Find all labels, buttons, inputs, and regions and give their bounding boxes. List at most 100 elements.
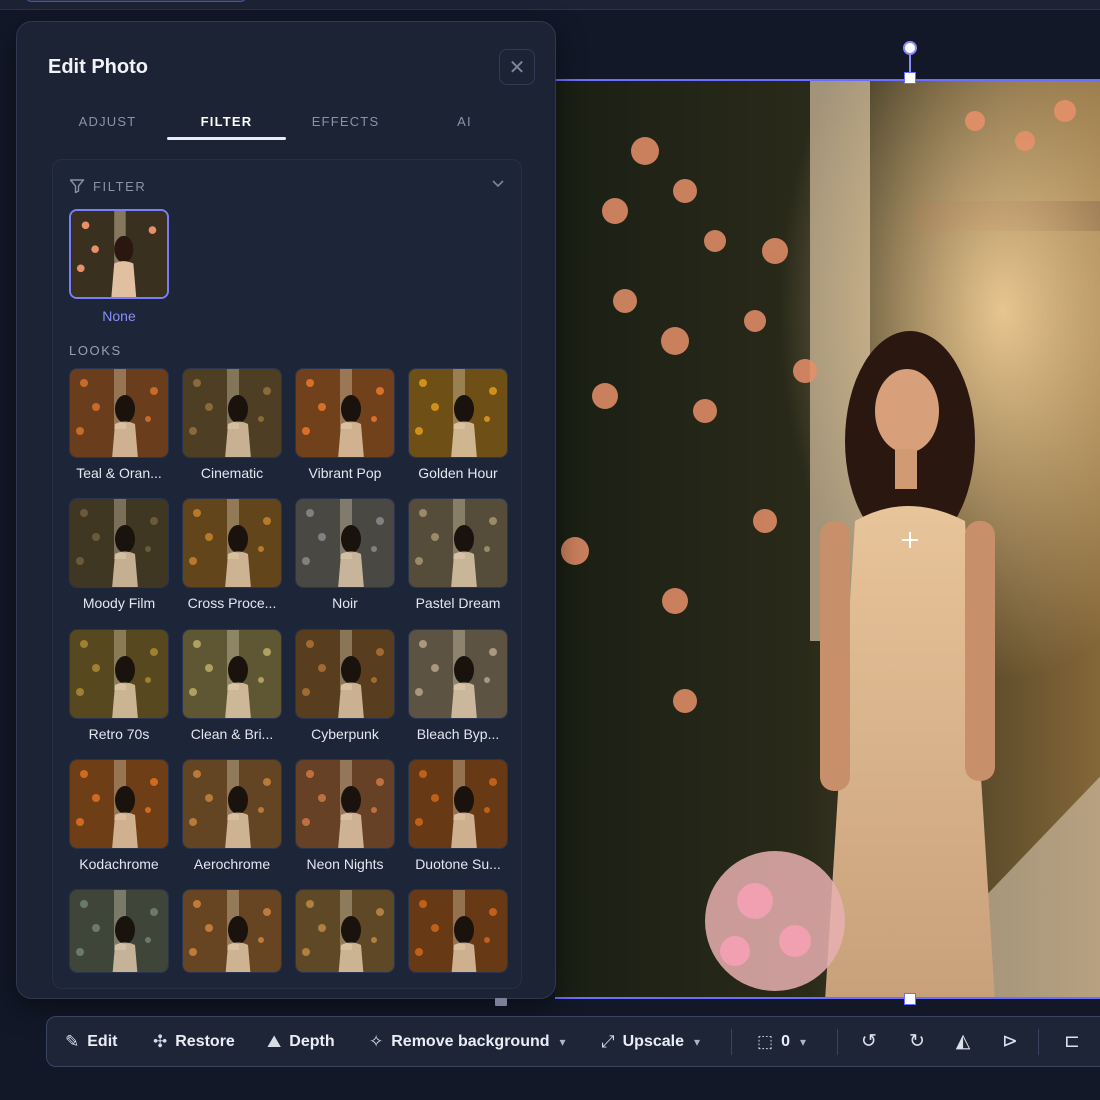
tab-ai[interactable]: AI bbox=[405, 108, 524, 140]
looks-heading: LOOKS bbox=[69, 343, 122, 358]
rotate-handle[interactable] bbox=[903, 41, 917, 55]
look-thumbnail-image bbox=[296, 890, 394, 972]
look-item[interactable]: Vibrant Pop bbox=[295, 368, 395, 481]
resize-handle-top[interactable] bbox=[904, 72, 916, 84]
look-thumbnail-image bbox=[183, 369, 281, 457]
flip-vertical-icon[interactable]: ⊳ bbox=[994, 1017, 1026, 1066]
look-item[interactable]: Pastel Dream bbox=[408, 498, 508, 611]
look-thumbnail bbox=[295, 368, 395, 458]
toolbar-divider bbox=[1038, 1029, 1039, 1055]
sparkle-restore-icon: ✣ bbox=[153, 1031, 168, 1051]
look-item[interactable]: Clean & Bri... bbox=[182, 629, 282, 742]
look-label: Pastel Dream bbox=[415, 595, 501, 611]
mountain-icon: ⛰ bbox=[267, 1031, 282, 1051]
look-thumbnail bbox=[408, 498, 508, 588]
look-item[interactable] bbox=[408, 889, 508, 973]
look-label: Kodachrome bbox=[79, 856, 159, 872]
depth-button[interactable]: ⛰ Depth bbox=[267, 1017, 335, 1066]
look-thumbnail bbox=[295, 629, 395, 719]
remove-background-label: Remove background bbox=[391, 1032, 550, 1050]
canvas-photo[interactable] bbox=[555, 79, 1100, 999]
look-thumbnail bbox=[295, 498, 395, 588]
look-label: Golden Hour bbox=[418, 465, 498, 481]
look-thumbnail bbox=[69, 498, 169, 588]
chevron-down-icon[interactable] bbox=[491, 176, 505, 193]
look-thumbnail bbox=[182, 759, 282, 849]
close-icon: ✕ bbox=[508, 56, 526, 79]
tab-adjust[interactable]: ADJUST bbox=[48, 108, 167, 140]
look-item[interactable] bbox=[182, 889, 282, 973]
look-item[interactable]: Teal & Oran... bbox=[69, 368, 169, 481]
close-button[interactable]: ✕ bbox=[499, 49, 535, 85]
look-item[interactable]: Cyberpunk bbox=[295, 629, 395, 742]
filter-section-header[interactable]: FILTER bbox=[69, 178, 146, 194]
look-label: Aerochrome bbox=[193, 856, 271, 872]
restore-button[interactable]: ✣ Restore bbox=[153, 1017, 235, 1066]
look-item[interactable]: Moody Film bbox=[69, 498, 169, 611]
resize-handle-bottom[interactable] bbox=[904, 993, 916, 1005]
look-thumbnail-image bbox=[183, 760, 281, 848]
remove-background-button[interactable]: ✧ Remove background ▾ bbox=[369, 1017, 566, 1066]
look-label: Neon Nights bbox=[306, 856, 384, 872]
look-thumbnail bbox=[295, 889, 395, 973]
look-item[interactable]: Aerochrome bbox=[182, 759, 282, 872]
look-item[interactable]: Golden Hour bbox=[408, 368, 508, 481]
look-thumbnail bbox=[182, 889, 282, 973]
align-left-icon[interactable]: ⊏ bbox=[1056, 1017, 1088, 1066]
tab-filter[interactable]: FILTER bbox=[167, 108, 286, 140]
undo-icon[interactable]: ↺ bbox=[853, 1017, 885, 1066]
look-label: Cinematic bbox=[200, 465, 264, 481]
look-thumbnail bbox=[182, 498, 282, 588]
upscale-button[interactable]: ⤢ Upscale ▾ bbox=[601, 1017, 700, 1066]
edit-button[interactable]: ✎ Edit bbox=[65, 1017, 117, 1066]
look-label: Duotone Su... bbox=[415, 856, 501, 872]
corner-radius-dropdown[interactable]: ⬚ 0 ▾ bbox=[757, 1017, 806, 1066]
filter-none-thumbnail[interactable] bbox=[69, 209, 169, 299]
depth-label: Depth bbox=[289, 1032, 335, 1050]
look-thumbnail bbox=[295, 759, 395, 849]
look-item[interactable]: Retro 70s bbox=[69, 629, 169, 742]
flip-horizontal-icon[interactable]: ◭ bbox=[947, 1017, 979, 1066]
look-thumbnail bbox=[69, 368, 169, 458]
toolbar-divider bbox=[731, 1029, 732, 1055]
look-item[interactable]: Duotone Su... bbox=[408, 759, 508, 872]
look-thumbnail-image bbox=[70, 760, 168, 848]
look-label: Clean & Bri... bbox=[190, 726, 274, 742]
edit-photo-panel: Edit Photo ✕ ADJUST FILTER EFFECTS AI FI… bbox=[16, 21, 556, 999]
look-item[interactable]: Noir bbox=[295, 498, 395, 611]
look-label: Moody Film bbox=[82, 595, 156, 611]
look-thumbnail-image bbox=[409, 369, 507, 457]
corner-radius-value: 0 bbox=[781, 1032, 790, 1050]
tab-bar: ADJUST FILTER EFFECTS AI bbox=[48, 108, 526, 140]
upscale-label: Upscale bbox=[622, 1032, 684, 1050]
look-thumbnail-image bbox=[183, 499, 281, 587]
tab-effects[interactable]: EFFECTS bbox=[286, 108, 405, 140]
look-thumbnail-image bbox=[70, 369, 168, 457]
funnel-icon bbox=[69, 179, 85, 194]
look-item[interactable]: Cinematic bbox=[182, 368, 282, 481]
look-item[interactable] bbox=[295, 889, 395, 973]
toolbar-divider bbox=[837, 1029, 838, 1055]
look-label: Teal & Oran... bbox=[76, 465, 162, 481]
panel-resize-grip[interactable] bbox=[495, 998, 507, 1006]
look-thumbnail-image bbox=[183, 630, 281, 718]
look-thumbnail-image bbox=[409, 630, 507, 718]
look-thumbnail bbox=[408, 629, 508, 719]
look-thumbnail bbox=[69, 889, 169, 973]
look-thumbnail-image bbox=[296, 630, 394, 718]
top-bar bbox=[0, 0, 1100, 10]
top-tab-indicator[interactable] bbox=[24, 0, 248, 2]
look-thumbnail-image bbox=[296, 369, 394, 457]
look-label: Retro 70s bbox=[88, 726, 150, 742]
crosshair-icon bbox=[902, 532, 918, 548]
look-item[interactable]: Cross Proce... bbox=[182, 498, 282, 611]
pencil-icon: ✎ bbox=[65, 1031, 80, 1051]
look-item[interactable] bbox=[69, 889, 169, 973]
look-item[interactable]: Neon Nights bbox=[295, 759, 395, 872]
look-thumbnail-image bbox=[70, 499, 168, 587]
look-item[interactable]: Bleach Byp... bbox=[408, 629, 508, 742]
redo-icon[interactable]: ↻ bbox=[901, 1017, 933, 1066]
chevron-down-icon: ▾ bbox=[559, 1034, 566, 1049]
edit-label: Edit bbox=[87, 1032, 118, 1050]
look-item[interactable]: Kodachrome bbox=[69, 759, 169, 872]
